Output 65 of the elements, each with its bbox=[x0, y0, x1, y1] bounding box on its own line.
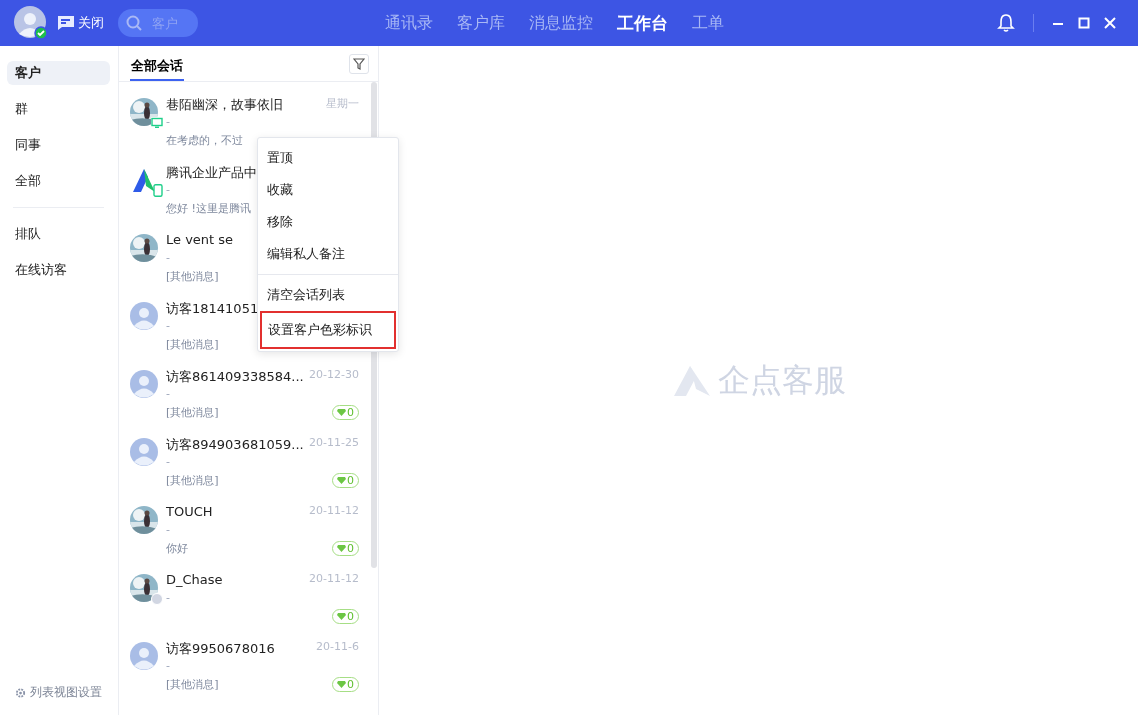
contact-name: 访客861409338584... bbox=[166, 368, 304, 386]
contact-name: 访客9950678016 bbox=[166, 640, 275, 658]
contact-name: 腾讯企业产品中 bbox=[166, 164, 257, 182]
contact-subtitle: - bbox=[166, 387, 170, 402]
close-icon[interactable] bbox=[1104, 17, 1116, 29]
desktop-icon bbox=[151, 117, 163, 129]
sidebar-item[interactable]: 同事 bbox=[7, 133, 110, 157]
message-preview: [其他消息] bbox=[166, 268, 219, 284]
default-avatar-icon bbox=[130, 642, 158, 670]
contact-name: 访客894903681059... bbox=[166, 436, 304, 454]
nav-tab[interactable]: 工作台 bbox=[605, 11, 680, 35]
logo-icon bbox=[671, 364, 712, 397]
default-avatar-icon bbox=[130, 302, 158, 330]
default-avatar-icon bbox=[130, 438, 158, 466]
menu-item[interactable]: 清空会话列表 bbox=[258, 279, 398, 311]
maximize-icon[interactable] bbox=[1078, 17, 1090, 29]
all-conversations-tab[interactable]: 全部会话 bbox=[130, 46, 184, 81]
default-avatar-icon bbox=[130, 370, 158, 398]
chat-icon bbox=[58, 16, 74, 30]
contact-subtitle: - bbox=[166, 183, 170, 198]
menu-item[interactable]: 编辑私人备注 bbox=[258, 238, 398, 270]
menu-item[interactable]: 移除 bbox=[258, 206, 398, 238]
bell-icon[interactable] bbox=[997, 13, 1015, 33]
filter-button[interactable] bbox=[349, 53, 369, 74]
contact-name: 巷陌幽深，故事依旧 bbox=[166, 96, 283, 114]
message-preview: 在考虑的，不过 bbox=[166, 132, 243, 148]
search-field[interactable]: 客户 bbox=[118, 9, 198, 37]
contact-name: Le vent se bbox=[166, 232, 234, 249]
gear-icon bbox=[15, 686, 26, 699]
menu-item[interactable]: 置顶 bbox=[258, 142, 398, 174]
message-preview: [其他消息] bbox=[166, 676, 219, 692]
message-preview: 您好 !这里是腾讯 bbox=[166, 200, 251, 216]
message-date: 20-11-25 bbox=[309, 436, 359, 451]
contact-subtitle: - bbox=[166, 591, 170, 606]
sidebar-item[interactable]: 客户 bbox=[7, 61, 110, 85]
contact-name: TOUCH bbox=[166, 504, 213, 521]
message-date: 20-11-12 bbox=[309, 572, 359, 587]
sidebar-item[interactable]: 在线访客 bbox=[7, 258, 110, 282]
contact-subtitle: - bbox=[166, 659, 170, 674]
sidebar-item[interactable]: 全部 bbox=[7, 169, 110, 193]
message-preview: [其他消息] bbox=[166, 472, 219, 488]
message-preview: [其他消息] bbox=[166, 404, 219, 420]
contact-subtitle: - bbox=[166, 523, 170, 538]
contact-subtitle: - bbox=[166, 251, 170, 266]
status-dot-icon bbox=[151, 593, 163, 605]
sidebar-item[interactable]: 排队 bbox=[7, 222, 110, 246]
filter-icon bbox=[353, 57, 365, 70]
list-view-settings-link[interactable]: 列表视图设置 bbox=[7, 684, 110, 701]
message-date: 20-11-6 bbox=[316, 640, 359, 655]
contact-subtitle: - bbox=[166, 455, 170, 470]
contact-subtitle: - bbox=[166, 115, 170, 130]
menu-item[interactable]: 设置客户色彩标识 bbox=[260, 311, 396, 349]
contact-name: 访客18141051 bbox=[166, 300, 259, 318]
sidebar-item[interactable]: 群 bbox=[7, 97, 110, 121]
close-chat-button[interactable]: 关闭 bbox=[58, 14, 104, 32]
contact-subtitle: - bbox=[166, 319, 170, 334]
message-preview: [其他消息] bbox=[166, 336, 219, 352]
search-icon bbox=[126, 15, 142, 31]
message-preview: 你好 bbox=[166, 540, 188, 556]
menu-item[interactable]: 收藏 bbox=[258, 174, 398, 206]
phone-icon bbox=[153, 184, 163, 197]
user-avatar-icon[interactable] bbox=[14, 6, 48, 40]
message-date: 20-12-30 bbox=[309, 368, 359, 383]
message-date: 20-11-12 bbox=[309, 504, 359, 519]
contact-name: D_Chase bbox=[166, 572, 223, 589]
